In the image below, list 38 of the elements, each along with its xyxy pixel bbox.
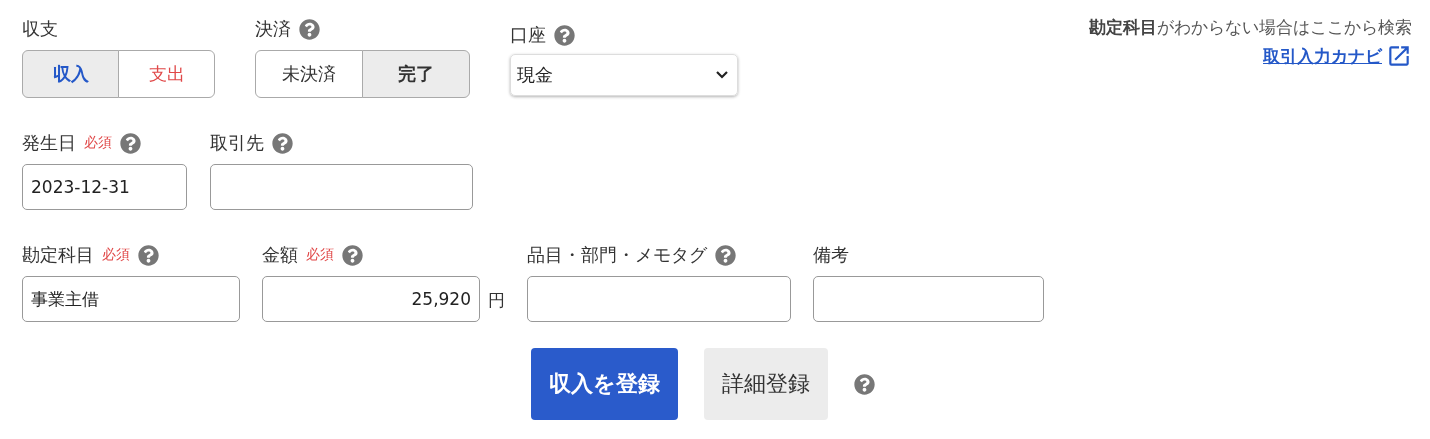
help-icon[interactable]: [715, 244, 736, 266]
input-field[interactable]: [527, 276, 791, 322]
toggle-option[interactable]: 支出: [118, 50, 215, 98]
required-tag: 必須: [84, 134, 112, 152]
unit-label: 円: [488, 289, 505, 312]
field-label: 備考: [813, 243, 849, 267]
toggle-option[interactable]: 完了: [362, 50, 470, 98]
help-icon[interactable]: [554, 24, 575, 46]
input-field[interactable]: 25,920: [262, 276, 480, 322]
help-icon[interactable]: [854, 373, 875, 395]
chevron-icon: [715, 70, 729, 80]
required-tag: 必須: [102, 246, 130, 264]
account-select[interactable]: 現金: [510, 54, 738, 96]
field-label: 金額: [262, 243, 298, 267]
detail-button[interactable]: 詳細登録: [704, 348, 828, 420]
help-icon[interactable]: [299, 18, 320, 40]
input-field[interactable]: 事業主借: [22, 276, 240, 322]
toggle-option[interactable]: 未決済: [255, 50, 363, 98]
field-label: 取引先: [210, 131, 264, 155]
external-link-icon: [1386, 43, 1412, 69]
register-button[interactable]: 収入を登録: [531, 348, 678, 420]
help-icon[interactable]: [138, 244, 159, 266]
field-label: 品目・部門・メモタグ: [527, 243, 707, 267]
field-label: 発生日: [22, 131, 76, 155]
input-field[interactable]: 2023-12-31: [22, 164, 187, 210]
required-tag: 必須: [306, 246, 334, 264]
field-label: 収支: [22, 17, 58, 41]
help-icon[interactable]: [342, 244, 363, 266]
toggle-option[interactable]: 収入: [22, 50, 119, 98]
field-label: 口座: [510, 23, 546, 47]
input-field[interactable]: [210, 164, 473, 210]
field-label: 勘定科目: [22, 243, 94, 267]
input-field[interactable]: [813, 276, 1044, 322]
help-icon[interactable]: [120, 132, 141, 154]
guide-text: 勘定科目がわからない場合はここから検索: [1089, 16, 1412, 39]
field-label: 決済: [255, 17, 291, 41]
guide-link[interactable]: 取引入力カナビ: [1263, 43, 1412, 69]
help-icon[interactable]: [272, 132, 293, 154]
